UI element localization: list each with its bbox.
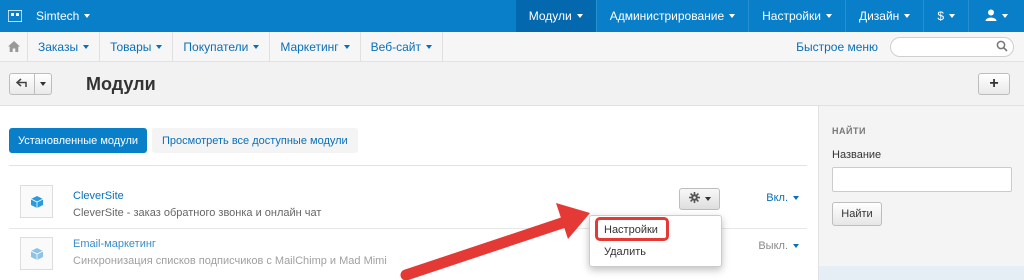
subnav-marketing[interactable]: Маркетинг (270, 31, 361, 62)
subnav-products[interactable]: Товары (100, 31, 174, 62)
page-header: Модули + (0, 62, 1024, 106)
subnav-customers[interactable]: Покупатели (173, 31, 271, 62)
subnav-orders[interactable]: Заказы (28, 31, 101, 62)
tab-all-modules[interactable]: Просмотреть все доступные модули (152, 128, 358, 153)
chevron-down-icon (904, 14, 911, 18)
settings-highlight-annotation (595, 217, 669, 241)
top-menu-modules[interactable]: Модули (514, 0, 596, 32)
module-name-link[interactable]: CleverSite (73, 190, 124, 202)
divider (9, 165, 807, 166)
secondary-navbar: Заказы Товары Покупатели Маркетинг Веб-с… (0, 31, 1024, 62)
name-field[interactable] (832, 167, 1012, 192)
top-menu-settings-label: Настройки (762, 9, 821, 23)
chevron-down-icon (825, 14, 832, 18)
top-menu-administration-label: Администрирование (609, 9, 725, 23)
top-menu-design-label: Дизайн (858, 9, 900, 23)
module-status-label: Вкл. (766, 192, 788, 204)
chevron-down-icon (793, 244, 799, 249)
top-menu-user[interactable] (968, 0, 1024, 32)
subnav-customers-label: Покупатели (183, 39, 249, 54)
gear-icon (688, 192, 700, 206)
quick-menu-link[interactable]: Быстрое меню (796, 40, 878, 54)
chevron-down-icon (84, 14, 91, 18)
search-icon[interactable] (996, 40, 1008, 55)
add-module-button[interactable]: + (978, 73, 1010, 95)
chevron-down-icon (704, 197, 711, 201)
top-menu-modules-label: Модули (528, 9, 572, 23)
chevron-down-icon (83, 44, 90, 49)
page-title: Модули (86, 74, 156, 94)
chevron-down-icon (1002, 14, 1008, 18)
chevron-down-icon (793, 196, 799, 201)
search-sidebar: НАЙТИ Название Найти (818, 106, 1024, 280)
subnav-orders-label: Заказы (38, 39, 79, 54)
red-arrow-annotation (400, 203, 590, 280)
top-menu-currency[interactable]: $ (923, 0, 968, 32)
back-history-dropdown[interactable] (35, 73, 52, 95)
module-settings-button[interactable] (679, 188, 720, 210)
sidebar-bottom-panel (819, 266, 1024, 280)
top-navbar: Simtech Модули Администрирование Настрой… (0, 0, 1024, 32)
subnav-website[interactable]: Веб-сайт (361, 31, 443, 62)
module-cube-icon (20, 237, 53, 270)
chevron-down-icon (425, 44, 432, 49)
top-menu-settings[interactable]: Настройки (748, 0, 845, 32)
back-button-group (9, 73, 52, 95)
back-button[interactable] (9, 73, 35, 95)
store-name: Simtech (36, 9, 80, 23)
tab-installed-modules[interactable]: Установленные модули (9, 128, 148, 153)
top-menu-currency-label: $ (937, 9, 944, 23)
chevron-down-icon (343, 44, 350, 49)
top-menu-administration[interactable]: Администрирование (595, 0, 748, 32)
module-status-toggle[interactable]: Выкл. (758, 240, 799, 252)
back-arrow-icon (15, 77, 29, 91)
chevron-down-icon (156, 44, 163, 49)
subnav-website-label: Веб-сайт (370, 39, 421, 54)
chevron-down-icon (253, 44, 260, 49)
user-icon (985, 9, 997, 24)
sidebar-heading: НАЙТИ (832, 126, 866, 136)
chevron-down-icon (949, 14, 955, 18)
name-field-label: Название (832, 149, 882, 161)
find-button[interactable]: Найти (832, 202, 882, 226)
module-cube-icon (20, 185, 53, 218)
brand-menu-icon[interactable] (0, 0, 30, 32)
top-menu: Модули Администрирование Настройки Дизай… (514, 0, 1024, 32)
module-status-toggle[interactable]: Вкл. (766, 192, 799, 204)
module-name-link[interactable]: Email-маркетинг (73, 238, 156, 250)
store-switcher[interactable]: Simtech (30, 0, 91, 32)
search-box (890, 36, 1014, 57)
chevron-down-icon (40, 82, 46, 86)
module-description: CleverSite - заказ обратного звонка и он… (73, 207, 322, 219)
chevron-down-icon (576, 14, 583, 18)
module-description: Синхронизация списков подписчиков с Mail… (73, 255, 387, 267)
chevron-down-icon (729, 14, 736, 18)
module-status-label: Выкл. (758, 240, 788, 252)
subnav-products-label: Товары (110, 39, 152, 54)
subnav-marketing-label: Маркетинг (280, 39, 339, 54)
top-menu-design[interactable]: Дизайн (844, 0, 923, 32)
dropdown-item-delete[interactable]: Удалить (604, 246, 646, 258)
home-icon[interactable] (0, 31, 28, 62)
